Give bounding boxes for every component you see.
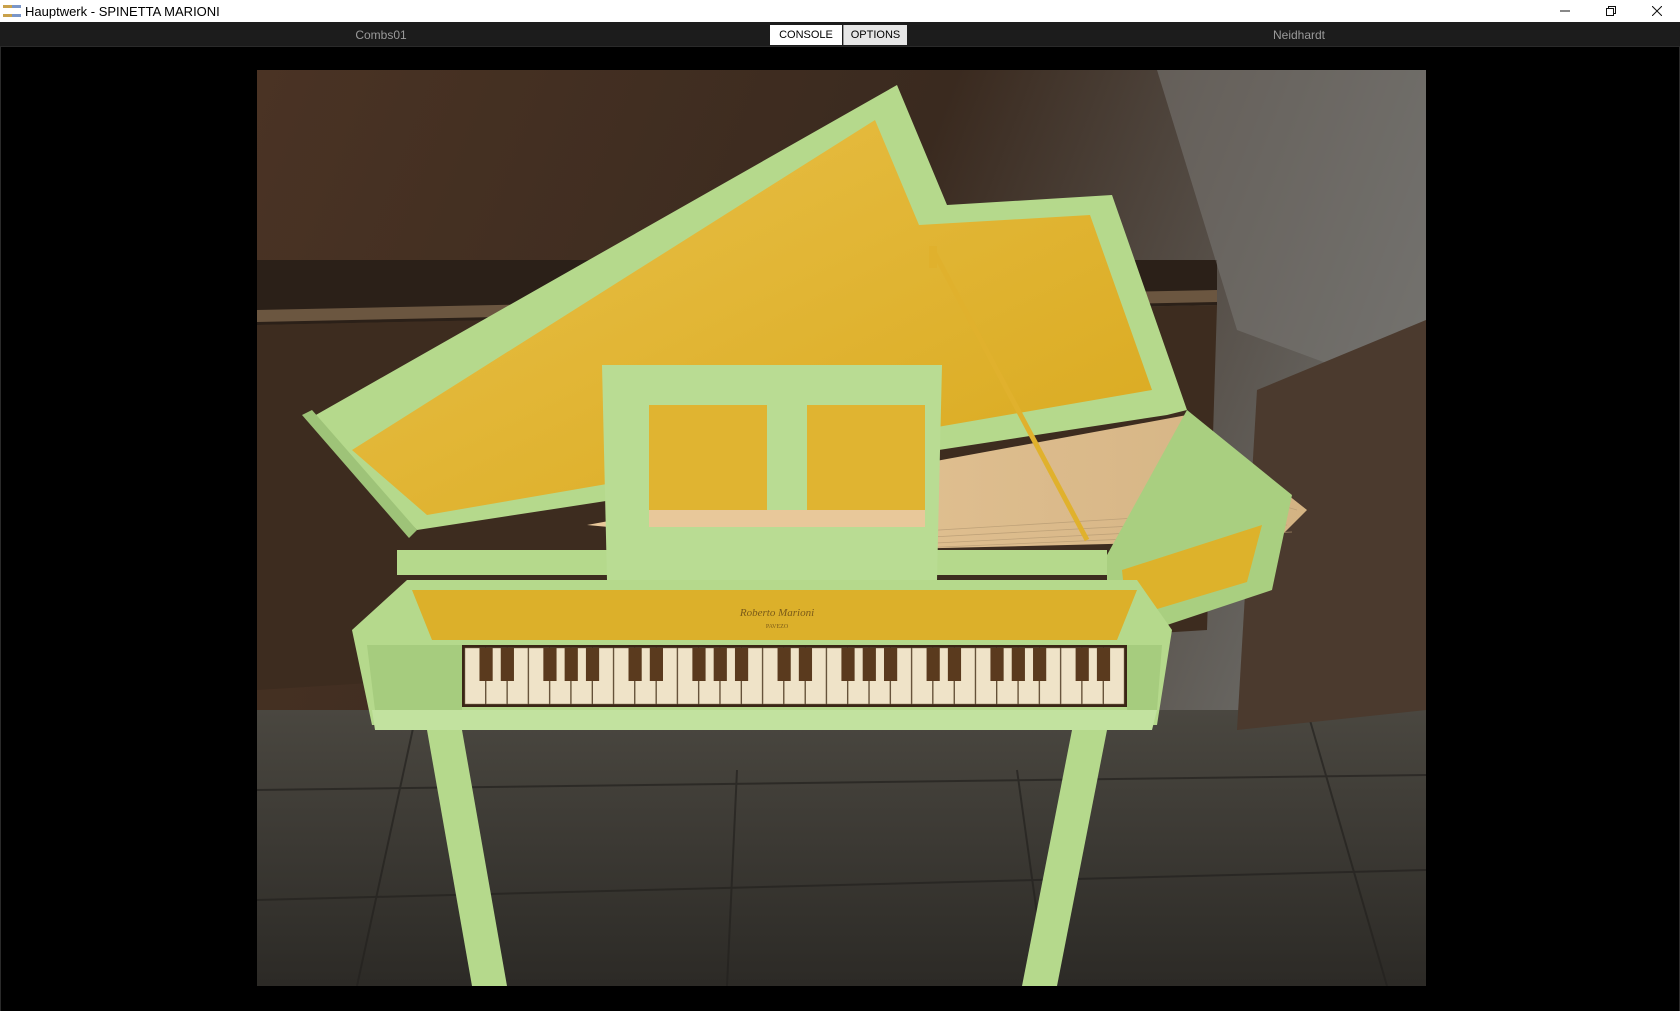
window-controls — [1542, 0, 1680, 22]
title-bar: Hauptwerk - SPINETTA MARIONI — [0, 0, 1680, 22]
sharp-key[interactable] — [1033, 648, 1047, 681]
sharp-key[interactable] — [734, 648, 749, 681]
restore-button[interactable] — [1588, 0, 1634, 22]
sharp-key[interactable] — [692, 648, 706, 681]
keyboard[interactable] — [464, 647, 1125, 705]
sharp-key[interactable] — [926, 648, 940, 681]
sharp-key[interactable] — [713, 648, 727, 681]
sharp-key[interactable] — [628, 648, 642, 681]
sharp-key[interactable] — [841, 648, 855, 681]
sharp-key[interactable] — [862, 648, 876, 681]
sharp-key[interactable] — [798, 648, 813, 681]
sharp-key[interactable] — [500, 648, 514, 681]
combination-set-label[interactable]: Combs01 — [300, 22, 462, 47]
temperament-label[interactable]: Neidhardt — [1220, 22, 1378, 47]
tab-options[interactable]: OPTIONS — [843, 25, 907, 45]
sharp-key[interactable] — [543, 648, 557, 681]
sharp-key[interactable] — [990, 648, 1004, 681]
nameboard-subtext: PAVEZO — [766, 624, 789, 630]
sharp-key[interactable] — [947, 648, 962, 681]
window-title: Hauptwerk - SPINETTA MARIONI — [25, 3, 220, 19]
minimize-icon — [1560, 10, 1570, 12]
sharp-key[interactable] — [649, 648, 663, 681]
sharp-key[interactable] — [1096, 648, 1111, 681]
sharp-key[interactable] — [883, 648, 898, 681]
tab-console[interactable]: CONSOLE — [770, 25, 842, 45]
minimize-button[interactable] — [1542, 0, 1588, 22]
sharp-key[interactable] — [585, 648, 600, 681]
console-top-bar: Combs01 CONSOLE OPTIONS Neidhardt — [0, 22, 1680, 47]
sharp-key[interactable] — [777, 648, 791, 681]
sharp-key[interactable] — [1075, 648, 1089, 681]
hauptwerk-app-icon — [3, 5, 21, 17]
spinet-console-image: Roberto Marioni PAVEZO — [257, 70, 1426, 986]
sharp-key[interactable] — [564, 648, 578, 681]
sharp-key[interactable] — [1011, 648, 1025, 681]
close-icon — [1652, 6, 1662, 16]
console-area: Roberto Marioni PAVEZO — [0, 47, 1680, 1011]
close-button[interactable] — [1634, 0, 1680, 22]
restore-icon — [1606, 6, 1616, 16]
music-desk — [602, 365, 942, 580]
case-front-rail — [372, 710, 1157, 730]
nameboard-text: Roberto Marioni — [739, 607, 814, 619]
sharp-key[interactable] — [479, 648, 493, 681]
